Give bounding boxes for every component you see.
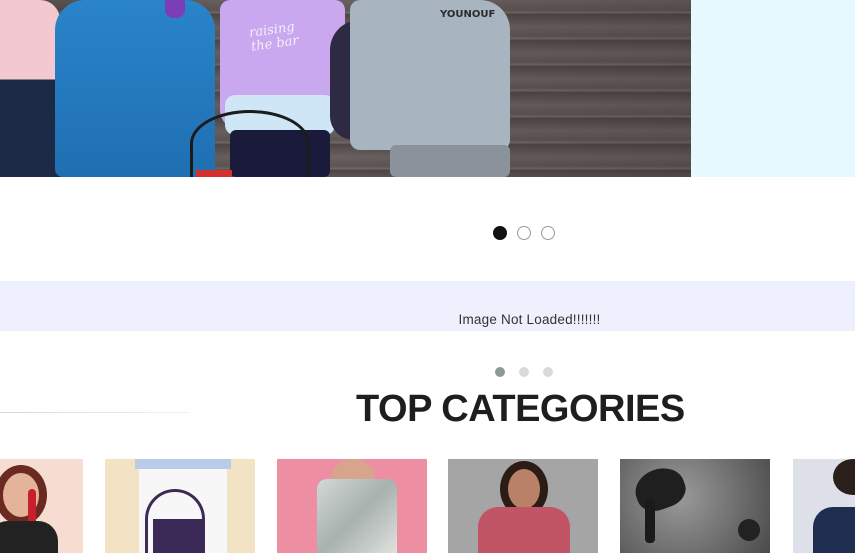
category-tile[interactable] <box>0 459 83 553</box>
person-figure <box>0 0 60 177</box>
carousel-dot-3[interactable] <box>541 226 555 240</box>
shirt-print: YOUNOUF <box>440 9 496 20</box>
page: raising the bar YOUNOUF Image Not Loaded… <box>0 0 855 553</box>
carousel-dot-1[interactable] <box>495 367 505 377</box>
section-title: TOP CATEGORIES <box>356 388 685 430</box>
hero-banner[interactable]: raising the bar YOUNOUF <box>0 0 855 177</box>
section-divider <box>0 412 190 413</box>
hero-carousel-dots <box>493 226 555 240</box>
carousel-dot-3[interactable] <box>543 367 553 377</box>
category-tile[interactable] <box>105 459 255 553</box>
carousel-dot-2[interactable] <box>517 226 531 240</box>
category-tile[interactable] <box>793 459 855 553</box>
carousel-dot-2[interactable] <box>519 367 529 377</box>
promo-banner-fallback-text: Image Not Loaded!!!!!!! <box>458 312 601 327</box>
bicycle <box>190 110 310 177</box>
person-figure <box>350 0 510 150</box>
category-tile[interactable] <box>277 459 427 553</box>
promo-carousel-dots <box>495 367 553 377</box>
category-tile[interactable] <box>448 459 598 553</box>
hero-image[interactable]: raising the bar YOUNOUF <box>0 0 691 177</box>
hero-background-panel <box>691 0 855 177</box>
category-tile[interactable] <box>620 459 770 553</box>
carousel-dot-1[interactable] <box>493 226 507 240</box>
